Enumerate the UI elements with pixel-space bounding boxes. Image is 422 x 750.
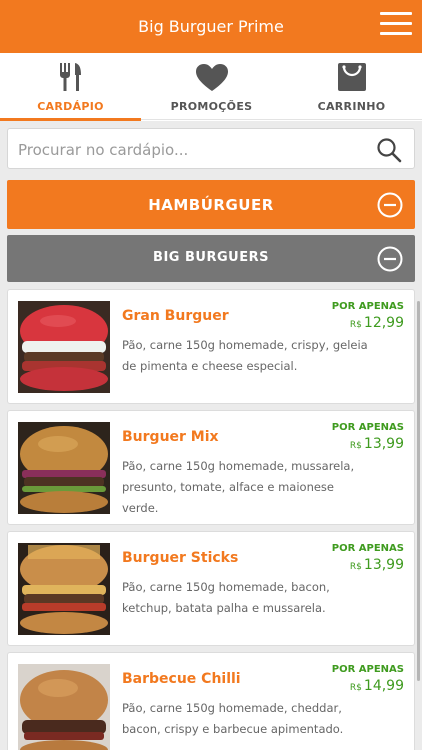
- shopping-bag-icon: [337, 63, 366, 91]
- search-icon[interactable]: [376, 137, 402, 163]
- menu-item-card[interactable]: Gran Burguer Pão, carne 150g homemade, c…: [7, 289, 415, 404]
- fork-knife-icon: [59, 63, 81, 91]
- item-description: Pão, carne 150g homemade, crispy, geleia…: [122, 338, 368, 373]
- menu-item-card[interactable]: Burguer Mix Pão, carne 150g homemade, mu…: [7, 410, 415, 525]
- search-bar: [7, 128, 415, 169]
- item-name: Burguer Sticks: [122, 550, 239, 566]
- app-header: Big Burguer Prime: [0, 0, 422, 53]
- currency: R$: [349, 562, 362, 572]
- burger-photo: [18, 543, 110, 635]
- collapse-minus-icon[interactable]: [377, 246, 403, 272]
- item-name: Barbecue Chilli: [122, 671, 241, 687]
- tab-cardapio[interactable]: CARDÁPIO: [0, 53, 141, 121]
- tab-label: CARRINHO: [317, 100, 386, 113]
- currency: R$: [349, 320, 362, 330]
- burger-photo: [18, 664, 110, 750]
- item-name: Gran Burguer: [122, 308, 229, 324]
- app-title: Big Burguer Prime: [138, 17, 284, 36]
- subcategory-label: BIG BURGUERS: [153, 250, 269, 265]
- tab-label: PROMOÇÕES: [170, 100, 253, 113]
- tab-bar: CARDÁPIO PROMOÇÕES CARRINHO: [0, 53, 422, 121]
- item-price: R$ 13,99: [350, 436, 404, 452]
- price-value: 13,99: [363, 436, 404, 452]
- currency: R$: [349, 683, 362, 693]
- price-label: POR APENAS: [331, 422, 404, 433]
- price-label: POR APENAS: [331, 543, 404, 554]
- item-price: R$ 13,99: [350, 557, 404, 573]
- tab-label: CARDÁPIO: [37, 100, 104, 113]
- item-description: Pão, carne 150g homemade, cheddar, bacon…: [122, 701, 344, 736]
- item-description: Pão, carne 150g homemade, mussarela, pre…: [122, 459, 355, 515]
- currency: R$: [349, 441, 362, 451]
- hamburger-menu-icon[interactable]: [380, 12, 412, 38]
- price-value: 12,99: [363, 315, 404, 331]
- item-name: Burguer Mix: [122, 429, 219, 445]
- collapse-minus-icon[interactable]: [377, 192, 403, 218]
- item-description: Pão, carne 150g homemade, bacon, ketchup…: [122, 580, 330, 615]
- search-input[interactable]: [18, 139, 358, 161]
- price-label: POR APENAS: [331, 301, 404, 312]
- price-value: 14,99: [363, 678, 404, 694]
- tab-promocoes[interactable]: PROMOÇÕES: [141, 53, 282, 120]
- burger-photo: [18, 422, 110, 514]
- heart-icon: [195, 64, 228, 91]
- tab-carrinho[interactable]: CARRINHO: [281, 53, 422, 120]
- subcategory-big-burguers[interactable]: BIG BURGUERS: [7, 235, 415, 282]
- scrollbar[interactable]: [417, 301, 420, 681]
- price-label: POR APENAS: [331, 664, 404, 675]
- category-label: HAMBÚRGUER: [148, 196, 274, 214]
- menu-item-card[interactable]: Burguer Sticks Pão, carne 150g homemade,…: [7, 531, 415, 646]
- item-price: R$ 12,99: [350, 315, 404, 331]
- menu-content: HAMBÚRGUER BIG BURGUERS Gran Burguer: [0, 121, 422, 750]
- item-price: R$ 14,99: [350, 678, 404, 694]
- burger-photo: [18, 301, 110, 393]
- price-value: 13,99: [363, 557, 404, 573]
- category-hamburguer[interactable]: HAMBÚRGUER: [7, 180, 415, 229]
- menu-item-card[interactable]: Barbecue Chilli Pão, carne 150g homemade…: [7, 652, 415, 750]
